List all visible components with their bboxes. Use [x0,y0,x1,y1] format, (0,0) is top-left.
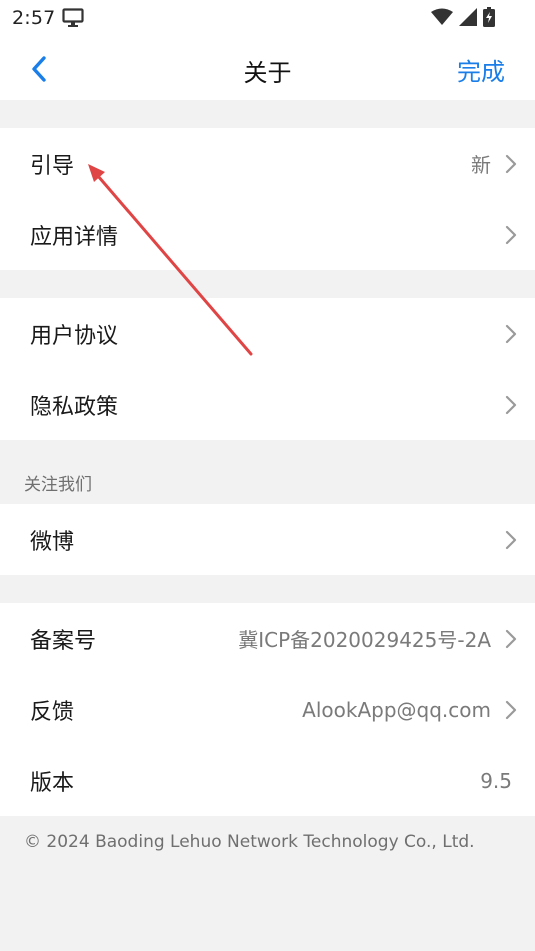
guide-row[interactable]: 引导 新 [0,128,535,199]
status-time: 2:57 [12,7,56,29]
version-label: 版本 [30,770,75,796]
feedback-email: AlookApp@qq.com [302,697,491,722]
battery-charging-icon [483,7,495,31]
chevron-right-icon [505,395,517,415]
feedback-row[interactable]: 反馈 AlookApp@qq.com [0,674,535,745]
status-bar: 2:57 [0,0,535,36]
guide-label: 引导 [30,153,75,179]
chevron-right-icon [505,629,517,649]
cellular-signal-icon [459,8,477,30]
app-details-label: 应用详情 [30,224,119,250]
follow-us-header: 关注我们 [24,475,92,495]
user-agreement-label: 用户协议 [30,323,119,349]
version-row: 版本 9.5 [0,745,535,816]
chevron-right-icon [505,154,517,174]
settings-group-intro: 引导 新 应用详情 [0,128,535,270]
weibo-row[interactable]: 微博 [0,504,535,575]
settings-group-legal: 用户协议 隐私政策 [0,298,535,440]
privacy-policy-label: 隐私政策 [30,394,119,420]
settings-group-follow: 微博 [0,504,535,575]
version-value: 9.5 [480,768,512,793]
icp-record-label: 备案号 [30,628,97,654]
new-badge: 新 [471,153,491,177]
privacy-policy-row[interactable]: 隐私政策 [0,369,535,440]
user-agreement-row[interactable]: 用户协议 [0,298,535,369]
icp-record-row[interactable]: 备案号 冀ICP备2020029425号-2A [0,603,535,674]
page-title: 关于 [243,59,292,87]
feedback-label: 反馈 [30,699,75,725]
chevron-right-icon [505,324,517,344]
navigation-bar: 关于 完成 [0,36,535,100]
wifi-icon [431,8,453,30]
chevron-right-icon [505,225,517,245]
monitor-icon [62,8,84,32]
chevron-right-icon [505,700,517,720]
weibo-label: 微博 [30,529,75,555]
copyright-text: © 2024 Baoding Lehuo Network Technology … [24,832,475,852]
done-button[interactable]: 完成 [457,52,505,87]
settings-group-info: 备案号 冀ICP备2020029425号-2A 反馈 AlookApp@qq.c… [0,603,535,816]
chevron-right-icon [505,530,517,550]
icp-record-value: 冀ICP备2020029425号-2A [238,628,491,652]
app-details-row[interactable]: 应用详情 [0,199,535,270]
status-icons [431,7,495,31]
